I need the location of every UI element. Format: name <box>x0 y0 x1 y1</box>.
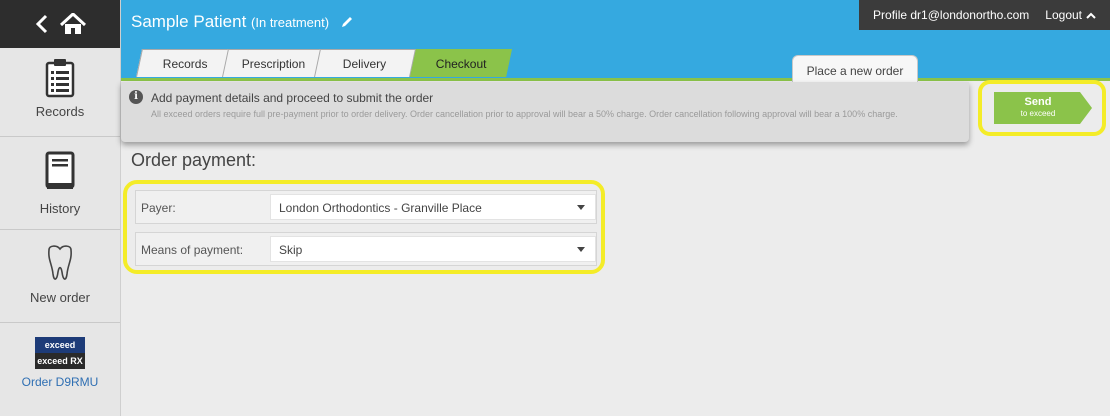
tab-checkout[interactable]: Checkout <box>410 49 512 77</box>
tab-underline <box>121 78 1110 81</box>
sidebar: Records History New order exceed exceed … <box>0 0 121 416</box>
sidebar-item-label: Records <box>35 104 85 119</box>
profile-bar: Profile dr1@londonortho.com Logout <box>859 0 1110 30</box>
caret-down-icon <box>577 247 585 252</box>
patient-status: (In treatment) <box>251 15 330 30</box>
means-of-payment-label: Means of payment: <box>141 243 244 257</box>
tab-prescription[interactable]: Prescription <box>222 49 326 77</box>
sidebar-item-history[interactable]: History <box>0 137 120 230</box>
sidebar-item-records[interactable]: Records <box>0 48 120 137</box>
tab-bar: Records Prescription Delivery Checkout <box>121 47 1110 80</box>
order-id-link[interactable]: Order D9RMU <box>0 375 120 389</box>
sidebar-item-new-order[interactable]: New order <box>0 230 120 323</box>
info-title: Add payment details and proceed to submi… <box>151 91 434 105</box>
patient-title: Sample Patient (In treatment) <box>131 12 354 34</box>
payer-select[interactable]: London Orthodontics - Granville Place <box>270 194 596 220</box>
tab-delivery[interactable]: Delivery <box>314 49 416 77</box>
clipboard-icon <box>0 48 120 98</box>
nav-bar <box>0 0 120 48</box>
edit-pencil-icon[interactable] <box>340 14 354 34</box>
payment-form: Payer: London Orthodontics - Granville P… <box>123 180 605 274</box>
patient-name: Sample Patient <box>131 12 247 31</box>
send-highlight: Send to exceed <box>978 80 1106 136</box>
back-icon[interactable] <box>34 14 50 34</box>
chevron-up-icon <box>1086 8 1096 22</box>
brand-area: exceed exceed RX Order D9RMU <box>0 323 120 416</box>
home-icon[interactable] <box>60 13 86 35</box>
logout-button[interactable]: Logout <box>1045 8 1096 22</box>
means-of-payment-row: Means of payment: Skip <box>135 232 597 266</box>
payer-label: Payer: <box>141 201 176 215</box>
sidebar-item-label: New order <box>30 290 90 305</box>
caret-down-icon <box>577 205 585 210</box>
order-payment-title: Order payment: <box>131 150 257 170</box>
exceed-logo: exceed exceed RX <box>35 337 85 369</box>
means-of-payment-select[interactable]: Skip <box>270 236 596 262</box>
place-new-order-tab[interactable]: Place a new order <box>792 55 918 82</box>
info-text: All exceed orders require full pre-payme… <box>151 109 898 119</box>
payer-row: Payer: London Orthodontics - Granville P… <box>135 190 597 224</box>
tooth-icon <box>0 230 120 284</box>
info-icon: i <box>129 90 143 104</box>
book-icon <box>0 137 120 191</box>
info-banner: i Add payment details and proceed to sub… <box>121 82 969 142</box>
sidebar-item-label: History <box>39 201 81 216</box>
tab-records[interactable]: Records <box>136 49 234 77</box>
send-to-exceed-button[interactable]: Send to exceed <box>994 92 1092 124</box>
profile-link[interactable]: Profile dr1@londonortho.com <box>873 8 1029 22</box>
